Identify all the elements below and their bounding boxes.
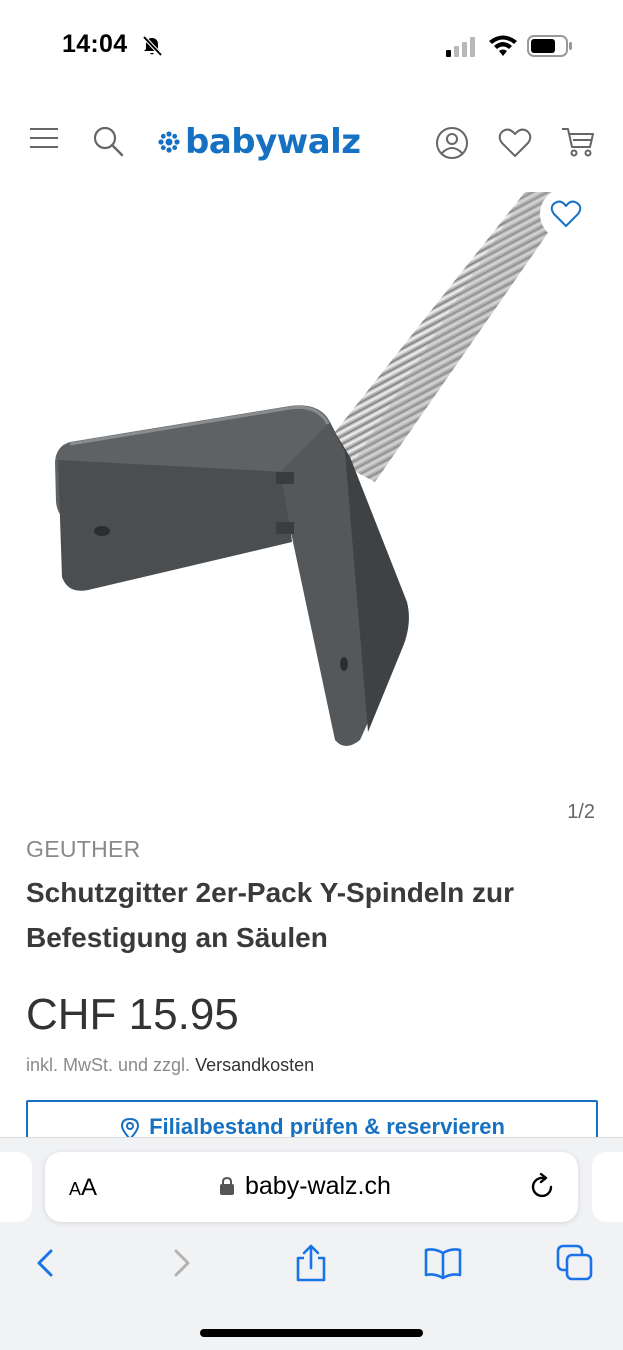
- browser-toolbar: AA baby-walz.ch: [0, 1137, 623, 1350]
- status-bar: 14:04: [0, 0, 623, 92]
- hamburger-menu-icon[interactable]: [30, 127, 60, 149]
- tax-note: inkl. MwSt. und zzgl. Versandkosten: [26, 1055, 314, 1076]
- product-image[interactable]: [0, 192, 623, 792]
- product-price: CHF 15.95: [26, 990, 239, 1039]
- bell-off-icon: [142, 35, 163, 57]
- back-arrow-icon[interactable]: [26, 1243, 66, 1283]
- image-counter: 1/2: [567, 801, 595, 823]
- account-icon[interactable]: [435, 126, 469, 160]
- cart-icon[interactable]: [561, 125, 595, 159]
- signal-icon: [446, 37, 475, 57]
- logo-text: babywalz: [185, 122, 361, 162]
- logo-flower-icon: [158, 131, 180, 153]
- tabs-icon[interactable]: [555, 1243, 595, 1283]
- product-title: Schutzgitter 2er-Pack Y-Spindeln zur Bef…: [26, 877, 515, 953]
- battery-icon: [527, 35, 572, 57]
- wifi-icon: [489, 35, 517, 56]
- babywalz-logo[interactable]: babywalz: [157, 120, 361, 164]
- previous-tab-preview[interactable]: [0, 1152, 32, 1222]
- tax-note-text: inkl. MwSt. und zzgl.: [26, 1055, 191, 1075]
- search-icon[interactable]: [92, 125, 124, 157]
- product-favorite-button[interactable]: [540, 188, 592, 240]
- address-bar[interactable]: AA baby-walz.ch: [45, 1152, 578, 1222]
- bookmarks-icon[interactable]: [423, 1243, 463, 1283]
- next-tab-preview[interactable]: [592, 1152, 623, 1222]
- forward-arrow-icon[interactable]: [161, 1243, 201, 1283]
- product-brand[interactable]: GEUTHER: [26, 836, 141, 863]
- share-icon[interactable]: [291, 1243, 331, 1283]
- lock-icon: [220, 1176, 234, 1195]
- site-header: babywalz: [0, 110, 623, 174]
- status-time: 14:04: [62, 30, 128, 58]
- text-size-button[interactable]: AA: [69, 1174, 97, 1202]
- heart-icon: [550, 200, 582, 227]
- reload-icon[interactable]: [529, 1173, 557, 1201]
- wishlist-heart-icon[interactable]: [498, 127, 532, 159]
- shipping-costs-link[interactable]: Versandkosten: [195, 1055, 314, 1075]
- url-text[interactable]: baby-walz.ch: [245, 1172, 391, 1201]
- home-indicator[interactable]: [200, 1329, 423, 1337]
